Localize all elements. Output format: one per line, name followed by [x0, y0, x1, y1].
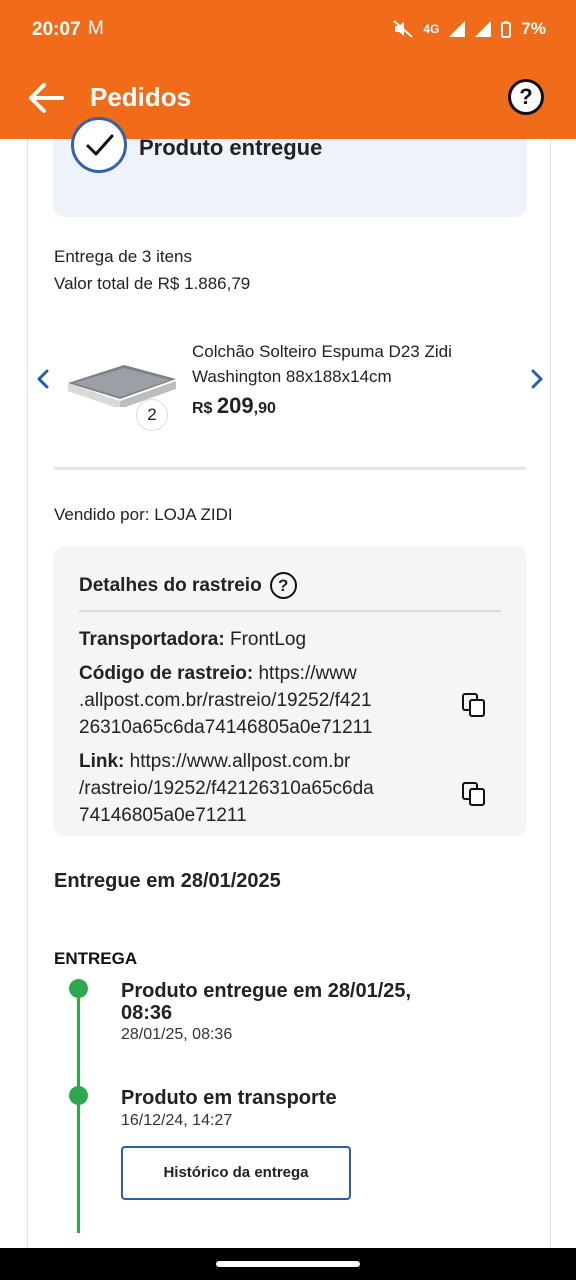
- event-title: Produto entregue em 28/01/25, 08:36: [121, 980, 501, 1024]
- price-integer: 209: [216, 393, 254, 418]
- tracking-code-line2: .allpost.com.br/rastreio/19252/f421: [79, 690, 372, 711]
- tracking-title: Detalhes do rastreio ?: [79, 572, 297, 599]
- delivered-date: Entregue em 28/01/2025: [54, 870, 281, 892]
- page-title: Pedidos: [90, 82, 192, 112]
- network-type: 4G: [423, 22, 440, 36]
- copy-icon[interactable]: [461, 781, 487, 807]
- tracking-code-line1: https://www: [258, 663, 357, 684]
- tracking-link-label: Link:: [79, 751, 125, 772]
- price-decimal: ,90: [253, 400, 276, 417]
- event-title-line2: 08:36: [121, 1002, 173, 1024]
- product-image[interactable]: [64, 357, 180, 407]
- quantity-badge: 2: [136, 399, 168, 431]
- status-indicators: 4G 7%: [393, 19, 546, 39]
- tracking-code-line3: 26310a65c6da74146805a0e71211: [79, 717, 373, 738]
- tracking-link-line2[interactable]: /rastreio/19252/f42126310a65c6da: [79, 778, 374, 799]
- delivery-status-text: Produto entregue: [139, 135, 323, 160]
- signal-icon-2: [475, 21, 492, 37]
- timeline-dot: [69, 979, 88, 998]
- app-header: 20:07 M 4G 7% Pedidos ?: [0, 0, 576, 139]
- back-arrow-icon[interactable]: [26, 78, 66, 118]
- product-name[interactable]: Colchão Solteiro Espuma D23 Zidi Washing…: [192, 339, 502, 389]
- seller-info: Vendido por: LOJA ZIDI: [54, 505, 233, 524]
- battery-icon: [501, 20, 512, 38]
- carrier-value: FrontLog: [229, 629, 307, 650]
- check-icon: [71, 117, 127, 173]
- stage-label: ENTREGA: [54, 949, 138, 968]
- tracking-link-row: Link: https://www.allpost.com.br /rastre…: [79, 748, 469, 829]
- home-gesture-bar[interactable]: [216, 1261, 360, 1267]
- mail-icon: M: [88, 18, 104, 39]
- items-summary: Entrega de 3 itens: [54, 247, 192, 266]
- system-nav-bar: [0, 1248, 576, 1280]
- event-title: Produto em transporte: [121, 1087, 337, 1109]
- status-time: 20:07: [32, 19, 81, 40]
- signal-icon: [449, 21, 466, 37]
- section-divider: [54, 467, 526, 470]
- delivery-status-banner: Produto entregue: [53, 117, 527, 217]
- chevron-right-icon[interactable]: [528, 367, 546, 391]
- total-summary: Valor total de R$ 1.886,79: [54, 274, 251, 293]
- help-icon[interactable]: ?: [508, 79, 544, 115]
- order-card: Produto entregue Entrega de 3 itens Valo…: [27, 117, 552, 1250]
- tracking-code-label: Código de rastreio:: [79, 663, 254, 684]
- status-bar: 20:07 M 4G 7%: [0, 0, 576, 60]
- product-carousel: 2 Colchão Solteiro Espuma D23 Zidi Washi…: [28, 329, 552, 439]
- order-summary: Entrega de 3 itens Valor total de R$ 1.8…: [54, 243, 250, 297]
- price-currency: R$: [192, 400, 213, 417]
- tracking-title-text: Detalhes do rastreio: [79, 574, 262, 596]
- event-title-line1: Produto entregue em 28/01/25,: [121, 980, 412, 1002]
- tracking-code-row: Código de rastreio: https://www .allpost…: [79, 660, 469, 741]
- event-time: 16/12/24, 14:27: [121, 1112, 233, 1129]
- tracking-link-line3[interactable]: 74146805a0e71211: [79, 805, 247, 826]
- timeline-dot: [69, 1086, 88, 1105]
- timeline-line: [77, 989, 80, 1233]
- help-icon[interactable]: ?: [269, 572, 297, 599]
- tracking-link-line1[interactable]: https://www.allpost.com.br: [130, 751, 351, 772]
- mute-icon: [393, 20, 414, 38]
- delivery-history-button[interactable]: Histórico da entrega: [121, 1146, 351, 1200]
- chevron-left-icon[interactable]: [34, 367, 52, 391]
- carrier-row: Transportadora: FrontLog: [79, 626, 306, 653]
- tracking-divider: [79, 610, 501, 612]
- tracking-details: Detalhes do rastreio ? Transportadora: F…: [53, 546, 527, 836]
- event-time: 28/01/25, 08:36: [121, 1026, 233, 1043]
- product-price: R$ 209,90: [192, 393, 276, 419]
- carrier-label: Transportadora:: [79, 629, 225, 650]
- copy-icon[interactable]: [461, 692, 487, 718]
- battery-level: 7%: [521, 19, 546, 38]
